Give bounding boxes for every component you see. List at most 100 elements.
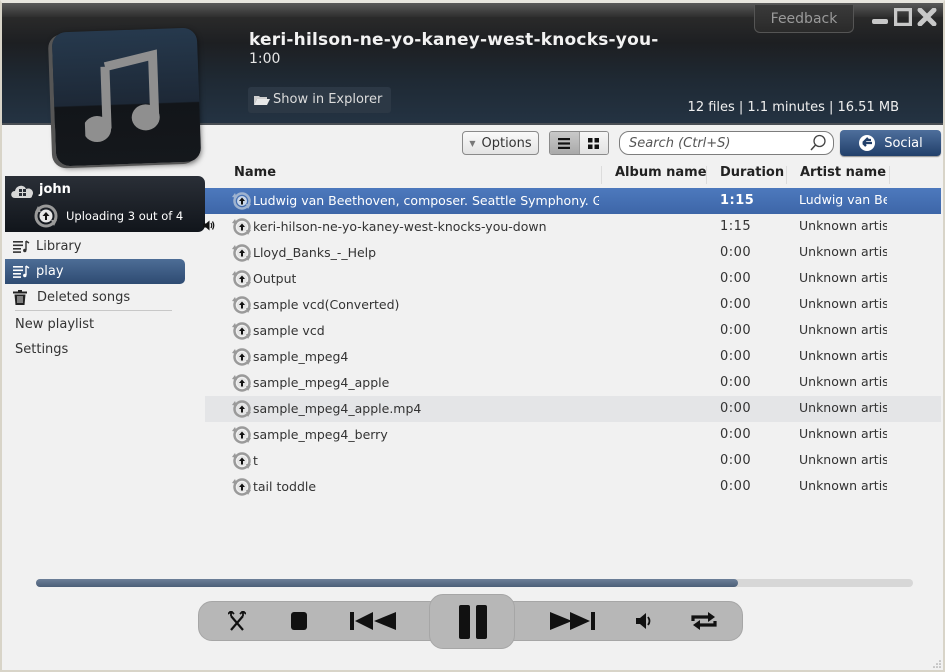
song-name: sample_mpeg4_apple.mp4	[253, 401, 422, 416]
list-view-icon	[558, 137, 571, 149]
song-row[interactable]: sample_mpeg4_berry 0:00 Unknown artist	[205, 422, 941, 448]
feedback-button[interactable]: Feedback	[754, 5, 854, 33]
song-row[interactable]: Lloyd_Banks_-_Help 0:00 Unknown artist	[205, 240, 941, 266]
sidebar-item-deleted-songs[interactable]: Deleted songs	[5, 285, 185, 310]
column-separator[interactable]	[889, 166, 890, 184]
song-duration: 0:00	[720, 427, 752, 442]
upload-status-icon-wrap	[231, 400, 251, 421]
sidebar-item-play[interactable]: play	[5, 259, 185, 284]
song-duration: 1:15	[720, 193, 755, 208]
song-name: tail toddle	[253, 479, 317, 494]
song-row[interactable]: Ludwig van Beethoven, composer. Seattle …	[205, 188, 941, 214]
options-button[interactable]: ▼ Options	[462, 131, 539, 155]
now-playing-speaker-icon	[203, 220, 215, 231]
next-button[interactable]	[547, 608, 599, 634]
song-row[interactable]: tail toddle 0:00 Unknown artist	[205, 474, 941, 500]
search-input[interactable]	[629, 135, 809, 151]
upload-status-icon	[232, 322, 251, 340]
column-separator[interactable]	[601, 166, 602, 184]
song-row[interactable]: sample_mpeg4 0:00 Unknown artist	[205, 344, 941, 370]
volume-button[interactable]	[632, 608, 658, 634]
trash-icon	[13, 290, 27, 305]
upload-status-icon	[232, 348, 251, 366]
song-row[interactable]: sample_mpeg4_apple.mp4 0:00 Unknown artist	[205, 396, 941, 422]
song-duration: 0:00	[720, 271, 752, 286]
previous-button[interactable]	[347, 608, 399, 634]
column-header-name[interactable]: Name	[234, 165, 276, 180]
upload-status-icon	[232, 426, 251, 444]
song-duration: 0:00	[720, 323, 752, 338]
sidebar-item-library[interactable]: Library	[5, 234, 185, 259]
song-name: keri-hilson-ne-yo-kaney-west-knocks-you-…	[253, 219, 547, 234]
column-header-album[interactable]: Album name	[615, 165, 707, 180]
upload-status-icon	[232, 270, 251, 288]
song-name: Ludwig van Beethoven, composer. Seattle …	[253, 193, 599, 208]
maximize-button[interactable]	[893, 8, 913, 26]
song-name: sample_mpeg4	[253, 349, 349, 364]
library-stats: 12 files | 1.1 minutes | 16.51 MB	[687, 100, 899, 115]
song-row[interactable]: sample vcd 0:00 Unknown artist	[205, 318, 941, 344]
song-duration: 0:00	[720, 349, 752, 364]
list-view-button[interactable]	[550, 132, 579, 154]
song-duration: 1:15	[720, 219, 752, 234]
resize-grip-icon[interactable]	[933, 660, 941, 668]
seek-bar[interactable]	[36, 579, 913, 587]
show-in-explorer-button[interactable]: Show in Explorer	[248, 87, 392, 113]
settings-label: Settings	[15, 342, 69, 357]
options-label: Options	[481, 135, 532, 151]
music-note-icon	[83, 49, 160, 143]
sidebar-item-play-label: play	[36, 264, 64, 279]
close-button[interactable]	[916, 8, 938, 26]
upload-status-icon-wrap	[231, 218, 251, 239]
minimize-button[interactable]	[870, 8, 890, 26]
upload-status-icon-wrap	[231, 270, 251, 291]
upload-status-icon-wrap	[231, 374, 251, 395]
album-art	[51, 27, 202, 167]
song-artist: Unknown artist	[799, 270, 887, 285]
column-header-artist[interactable]: Artist name	[800, 165, 886, 180]
song-name: sample vcd(Converted)	[253, 297, 400, 312]
song-row[interactable]: Output 0:00 Unknown artist	[205, 266, 941, 292]
grid-view-button[interactable]	[578, 132, 608, 154]
sidebar-item-library-label: Library	[36, 239, 82, 254]
upload-status-icon-wrap	[231, 452, 251, 473]
shuffle-button[interactable]	[224, 608, 250, 634]
song-row[interactable]: keri-hilson-ne-yo-kaney-west-knocks-you-…	[205, 214, 941, 240]
song-row[interactable]: sample_mpeg4_apple 0:00 Unknown artist	[205, 370, 941, 396]
grid-view-icon	[588, 137, 600, 149]
upload-status-icon	[232, 374, 251, 392]
volume-icon	[636, 613, 651, 629]
social-label: Social	[884, 135, 923, 151]
upload-status-icon-wrap	[231, 322, 251, 343]
column-header-duration[interactable]: Duration	[720, 165, 784, 180]
cloud-windows-icon	[11, 185, 34, 198]
song-artist: Unknown artist	[799, 322, 887, 337]
stop-button[interactable]	[286, 608, 312, 634]
song-row[interactable]: sample vcd(Converted) 0:00 Unknown artist	[205, 292, 941, 318]
column-separator[interactable]	[706, 166, 707, 184]
new-playlist-link[interactable]: New playlist	[5, 312, 185, 337]
sidebar-divider	[15, 310, 172, 311]
song-name: sample_mpeg4_apple	[253, 375, 390, 390]
column-separator[interactable]	[786, 166, 787, 184]
social-button[interactable]: Social	[840, 130, 941, 156]
song-artist: Unknown artist	[799, 244, 887, 259]
song-duration: 0:00	[720, 453, 752, 468]
stop-icon	[291, 612, 307, 630]
settings-link[interactable]: Settings	[5, 337, 185, 362]
upload-status: Uploading 3 out of 4	[66, 209, 184, 223]
search-icon[interactable]	[809, 134, 827, 152]
folder-icon	[254, 96, 270, 105]
previous-icon	[350, 612, 396, 630]
song-name: sample vcd	[253, 323, 325, 338]
upload-status-icon	[232, 192, 251, 210]
user-panel[interactable]: john Uploading 3 out of 4	[5, 176, 205, 232]
repeat-button[interactable]	[690, 608, 718, 634]
song-name: Output	[253, 271, 297, 286]
song-artist: Unknown artist	[799, 218, 887, 233]
song-name: sample_mpeg4_berry	[253, 427, 388, 442]
pause-button[interactable]	[452, 601, 494, 643]
song-row[interactable]: t 0:00 Unknown artist	[205, 448, 941, 474]
seek-bar-fill	[36, 579, 738, 587]
new-playlist-label: New playlist	[15, 317, 95, 332]
